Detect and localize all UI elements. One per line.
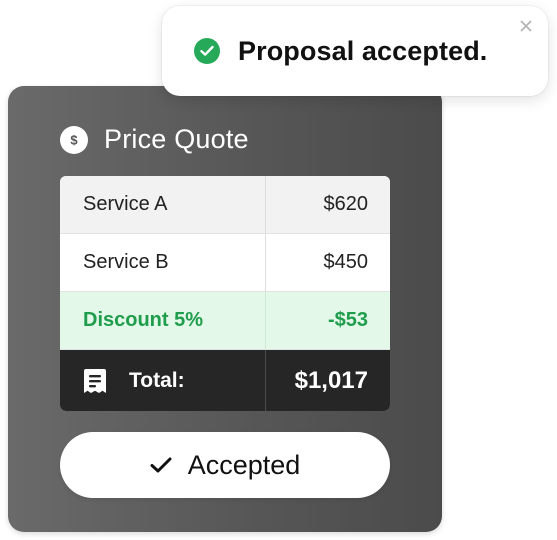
- page: $ Price Quote Service A $620 Service B $…: [0, 0, 557, 540]
- svg-text:$: $: [70, 132, 78, 147]
- total-value: $1,017: [294, 366, 368, 394]
- close-icon[interactable]: [516, 16, 536, 36]
- total-row: Total: $1,017: [60, 350, 390, 411]
- receipt-icon: [83, 367, 107, 395]
- toast-notification: Proposal accepted.: [162, 6, 548, 96]
- discount-value: -$53: [327, 309, 368, 331]
- total-label: Total:: [129, 368, 185, 392]
- card-header: $ Price Quote: [60, 124, 249, 155]
- accepted-button-label: Accepted: [187, 449, 301, 480]
- discount-row: Discount 5% -$53: [60, 292, 390, 350]
- dollar-icon: $: [60, 125, 88, 154]
- check-icon: [150, 456, 172, 474]
- toast-message: Proposal accepted.: [238, 35, 488, 66]
- table-row: Service A $620: [60, 176, 390, 234]
- check-circle-icon: [194, 38, 220, 64]
- row-label: Service B: [60, 234, 266, 291]
- total-label-cell: Total:: [60, 350, 266, 411]
- table-row: Service B $450: [60, 234, 390, 292]
- row-value: $620: [323, 193, 369, 215]
- row-label: Service A: [60, 176, 266, 233]
- card-title: Price Quote: [104, 124, 249, 154]
- row-value: $450: [323, 251, 369, 273]
- price-quote-card: $ Price Quote Service A $620 Service B $…: [8, 86, 442, 532]
- quote-table: Service A $620 Service B $450 Discount 5…: [60, 176, 390, 411]
- discount-label: Discount 5%: [60, 292, 266, 349]
- accepted-button[interactable]: Accepted: [60, 432, 390, 498]
